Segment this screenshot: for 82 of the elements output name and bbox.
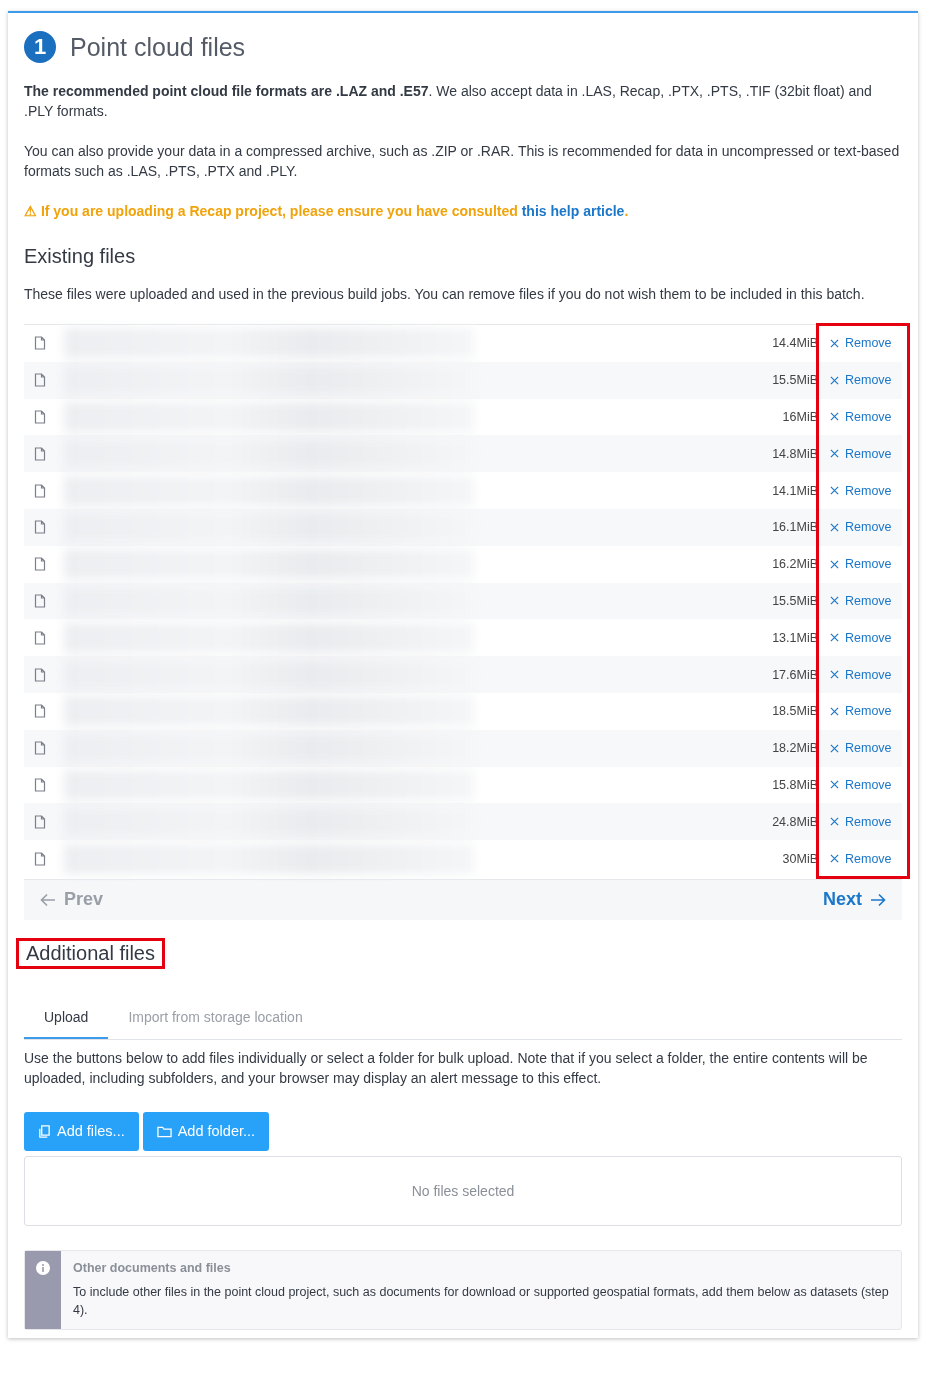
upload-description: Use the buttons below to add files individually or select a folder for bulk upload. Note that if you select a folder, the entire contents will be uploaded, including subfolders, and your browser may display an alert message to this effect. [24,1048,869,1088]
close-icon [830,338,839,348]
section-description: These files were uploaded and used in the previous build jobs. You can remove files if you do not wish them to be included in this batch. [24,285,866,304]
close-icon [830,670,839,680]
file-icon [34,520,46,535]
close-icon [830,817,839,827]
step-number: 1 [24,31,56,63]
file-icon [34,336,46,351]
remove-button[interactable]: Remove [818,372,902,389]
close-icon [830,522,839,532]
close-icon [830,412,839,422]
arrow-left-icon [40,892,56,907]
file-icon [34,593,46,608]
file-icon [34,410,46,424]
close-icon [830,780,839,790]
file-icon [34,814,46,829]
intro-paragraph: You can also provide your data in a compressed archive, such as .ZIP or .RAR. This is recommended for data in uncompressed or text-based formats such as .LAS, .PTS, .PTX and .PLY. [24,142,901,181]
arrow-right-icon [870,892,886,907]
close-icon [830,559,839,569]
file-icon [34,630,46,645]
file-size: 15.5MiB [771,593,818,608]
next-button[interactable]: Next [817,888,892,912]
file-size: 14.4MiB [771,336,818,351]
close-icon [830,633,839,643]
file-size: 18.5MiB [771,704,818,719]
tab[interactable]: Import from storage location [108,996,323,1039]
file-dropzone[interactable]: No files selected [24,1155,902,1226]
remove-button[interactable]: Remove [818,482,902,499]
notice-title: Other documents and files [73,1260,232,1275]
remove-button[interactable]: Remove [818,813,902,830]
intro-paragraph: The recommended point cloud file formats are .LAZ and .E57. We also accept data in .LAS, Recap, .PTX, .PTS, .TIF (32bit float) and .PLY formats. [24,82,873,121]
section-heading: Additional files [16,937,165,969]
close-icon [830,449,839,459]
empty-message: No files selected [411,1182,515,1199]
remove-button[interactable]: Remove [818,519,902,536]
file-icon [34,483,46,498]
tab[interactable]: Upload [24,996,109,1039]
file-icon [34,557,46,572]
file-icon [34,777,46,792]
file-size: 18.2MiB [771,741,818,756]
file-size: 15.5MiB [771,373,818,388]
remove-button[interactable]: Remove [818,703,902,720]
remove-button[interactable]: Remove [818,740,902,757]
remove-button[interactable]: Remove [818,850,902,867]
warning-message: ⚠ If you are uploading a Recap project, please ensure you have consulted this help article. [24,202,630,221]
remove-button[interactable]: Remove [818,556,902,573]
remove-button[interactable]: Remove [818,409,902,425]
file-icon [34,741,46,756]
file-icon [34,851,46,866]
add-files-button[interactable]: Add files... [24,1111,139,1151]
file-size: 14.8MiB [771,446,818,461]
file-size: 17.6MiB [771,667,818,682]
copy-icon [38,1124,51,1138]
remove-button[interactable]: Remove [818,592,902,609]
notice-text: To include other files in the point cloud project, such as documents for download or supported geospatial formats, add them below as datasets (step 4). [73,1283,889,1319]
remove-button[interactable]: Remove [818,445,902,462]
close-icon [830,375,839,385]
file-icon [34,704,46,719]
file-size: 13.1MiB [771,630,818,645]
file-icon [34,373,46,388]
remove-button[interactable]: Remove [818,776,902,793]
folder-icon [156,1124,172,1138]
file-size: 16.1MiB [771,520,818,535]
remove-button[interactable]: Remove [818,629,902,646]
section-title: Point cloud files [70,32,246,62]
remove-button[interactable]: Remove [818,335,902,352]
remove-button[interactable]: Remove [818,666,902,683]
file-size: 15.8MiB [771,777,818,792]
help-link[interactable]: this help article [521,203,625,219]
close-icon [830,743,839,753]
file-size: 16.2MiB [771,557,818,572]
info-icon [36,1260,50,1275]
file-size: 14.1MiB [771,483,818,498]
close-icon [830,596,839,606]
section-heading: Existing files [24,245,137,268]
file-icon [34,446,46,461]
close-icon [830,706,839,716]
close-icon [830,486,839,496]
close-icon [830,854,839,864]
file-size: 24.8MiB [771,814,818,829]
file-icon [34,667,46,682]
add-folder-button[interactable]: Add folder... [142,1111,270,1151]
